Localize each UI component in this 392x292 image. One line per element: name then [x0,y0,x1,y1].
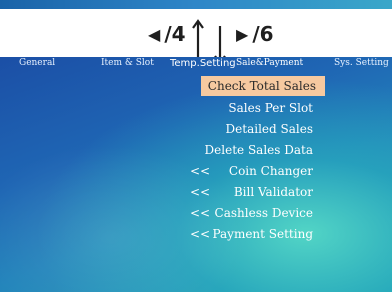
triangle-right-icon: ▶ [236,24,249,44]
tab-sale-payment[interactable]: Sale&Payment [236,58,303,68]
tab-sys-setting[interactable]: Sys. Setting [334,58,389,68]
triangle-left-icon: ◀ [148,24,161,44]
submenu-prefix: << [190,164,211,178]
menu-item-coin-changer[interactable]: << Coin Changer [190,161,313,181]
menu-item-label: Payment Setting [212,227,313,241]
menu-item-delete-sales-data[interactable]: Delete Sales Data [205,140,313,160]
menu-item-cashless-device[interactable]: << Cashless Device [190,203,313,223]
next-page-label: /6 [252,22,274,46]
menu-item-detailed-sales[interactable]: Detailed Sales [226,119,313,139]
top-strip [0,0,392,9]
menu-item-label: Sales Per Slot [228,101,313,115]
menu-item-label: Cashless Device [214,206,313,220]
menu-item-payment-setting[interactable]: << Payment Setting [190,224,313,244]
menu-item-bill-validator[interactable]: << Bill Validator [190,182,313,202]
previous-page-label: /4 [164,22,186,46]
tab-temp-setting[interactable]: Temp.Setting [170,58,236,69]
tab-general[interactable]: General [19,58,55,68]
menu-item-check-total-sales[interactable]: Check Total Sales [201,76,325,96]
next-page-hint: ▶ /6 [236,21,274,47]
menu-item-sales-per-slot[interactable]: Sales Per Slot [228,98,313,118]
submenu-prefix: << [190,227,211,241]
menu-item-label: Detailed Sales [225,122,313,136]
navigation-hints: ◀ /4 ▶ /6 [0,9,392,65]
submenu-prefix: << [190,185,211,199]
previous-page-hint: ◀ /4 [148,21,186,47]
submenu-prefix: << [190,206,211,220]
menu-item-label: Coin Changer [228,164,313,178]
tab-item-slot[interactable]: Item & Slot [101,58,154,68]
tab-bar: General Item & Slot Temp.Setting Sale&Pa… [0,57,392,72]
menu-item-label: Delete Sales Data [204,143,313,157]
menu-screen: General Item & Slot Temp.Setting Sale&Pa… [0,57,392,292]
menu-item-label: Bill Validator [233,185,313,199]
menu-item-label: Check Total Sales [207,79,316,93]
